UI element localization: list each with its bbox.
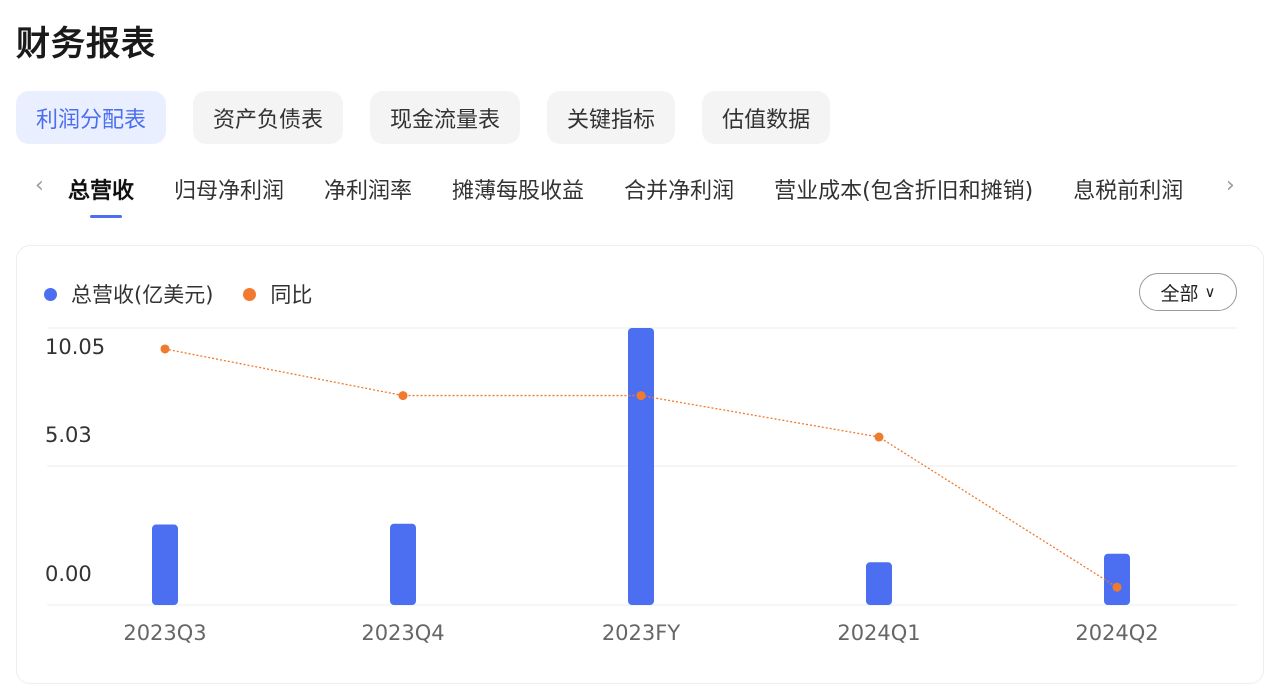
metric-tab-net-margin[interactable]: 净利润率: [324, 163, 412, 223]
yoy-point: [160, 344, 170, 354]
tab-cash-flow[interactable]: 现金流量表: [370, 91, 521, 144]
metric-tab-bar: ‹ 总营收 归母净利润 净利润率 摊薄每股收益 合并净利润 营业成本(包含折旧和…: [0, 163, 1280, 223]
revenue-bar: [152, 524, 178, 605]
metric-tab-consolidated-net-income[interactable]: 合并净利润: [624, 163, 734, 223]
yoy-point: [398, 391, 408, 401]
y-tick-label: 0.00: [45, 562, 92, 586]
chart-card: 总营收(亿美元) 同比 全部 ∨ 10.05 5.03 0.00 2023Q3 2023…: [16, 245, 1264, 684]
yoy-point: [874, 432, 884, 442]
tab-key-indicators[interactable]: 关键指标: [547, 91, 676, 144]
metric-tab-operating-cost[interactable]: 营业成本(包含折旧和摊销): [774, 163, 1033, 223]
tab-income-statement[interactable]: 利润分配表: [16, 91, 167, 144]
metric-tab-total-revenue[interactable]: 总营收: [68, 163, 134, 223]
x-tick-label: 2023Q3: [123, 621, 206, 645]
metric-tab-ebit[interactable]: 息税前利润: [1073, 163, 1183, 223]
revenue-bar: [866, 562, 892, 605]
x-tick-label: 2023FY: [602, 621, 681, 645]
tab-balance-sheet[interactable]: 资产负债表: [193, 91, 344, 144]
metric-tabs-viewport: 总营收 归母净利润 净利润率 摊薄每股收益 合并净利润 营业成本(包含折旧和摊销…: [68, 163, 1213, 223]
yoy-point: [636, 391, 646, 401]
x-tick-label: 2023Q4: [361, 621, 444, 645]
revenue-bar: [628, 328, 654, 605]
revenue-bar: [390, 523, 416, 605]
yoy-point: [1112, 582, 1122, 592]
revenue-bar: [1104, 553, 1130, 605]
metric-tab-net-income-parent[interactable]: 归母净利润: [174, 163, 284, 223]
x-tick-label: 2024Q2: [1075, 621, 1158, 645]
chevron-right-icon[interactable]: ›: [1226, 173, 1235, 198]
tab-valuation[interactable]: 估值数据: [702, 91, 831, 144]
y-tick-label: 5.03: [45, 423, 92, 447]
chevron-left-icon[interactable]: ‹: [35, 173, 44, 198]
x-tick-label: 2024Q1: [837, 621, 920, 645]
page-title: 财务报表: [16, 24, 156, 64]
metric-tab-diluted-eps[interactable]: 摊薄每股收益: [452, 163, 584, 223]
y-tick-label: 10.05: [45, 335, 105, 359]
chart-plot: 10.05 5.03 0.00 2023Q3 2023Q4 2023FY 2024Q1 202…: [45, 327, 1237, 645]
report-tabs: 利润分配表 资产负债表 现金流量表 关键指标 估值数据: [16, 91, 831, 144]
